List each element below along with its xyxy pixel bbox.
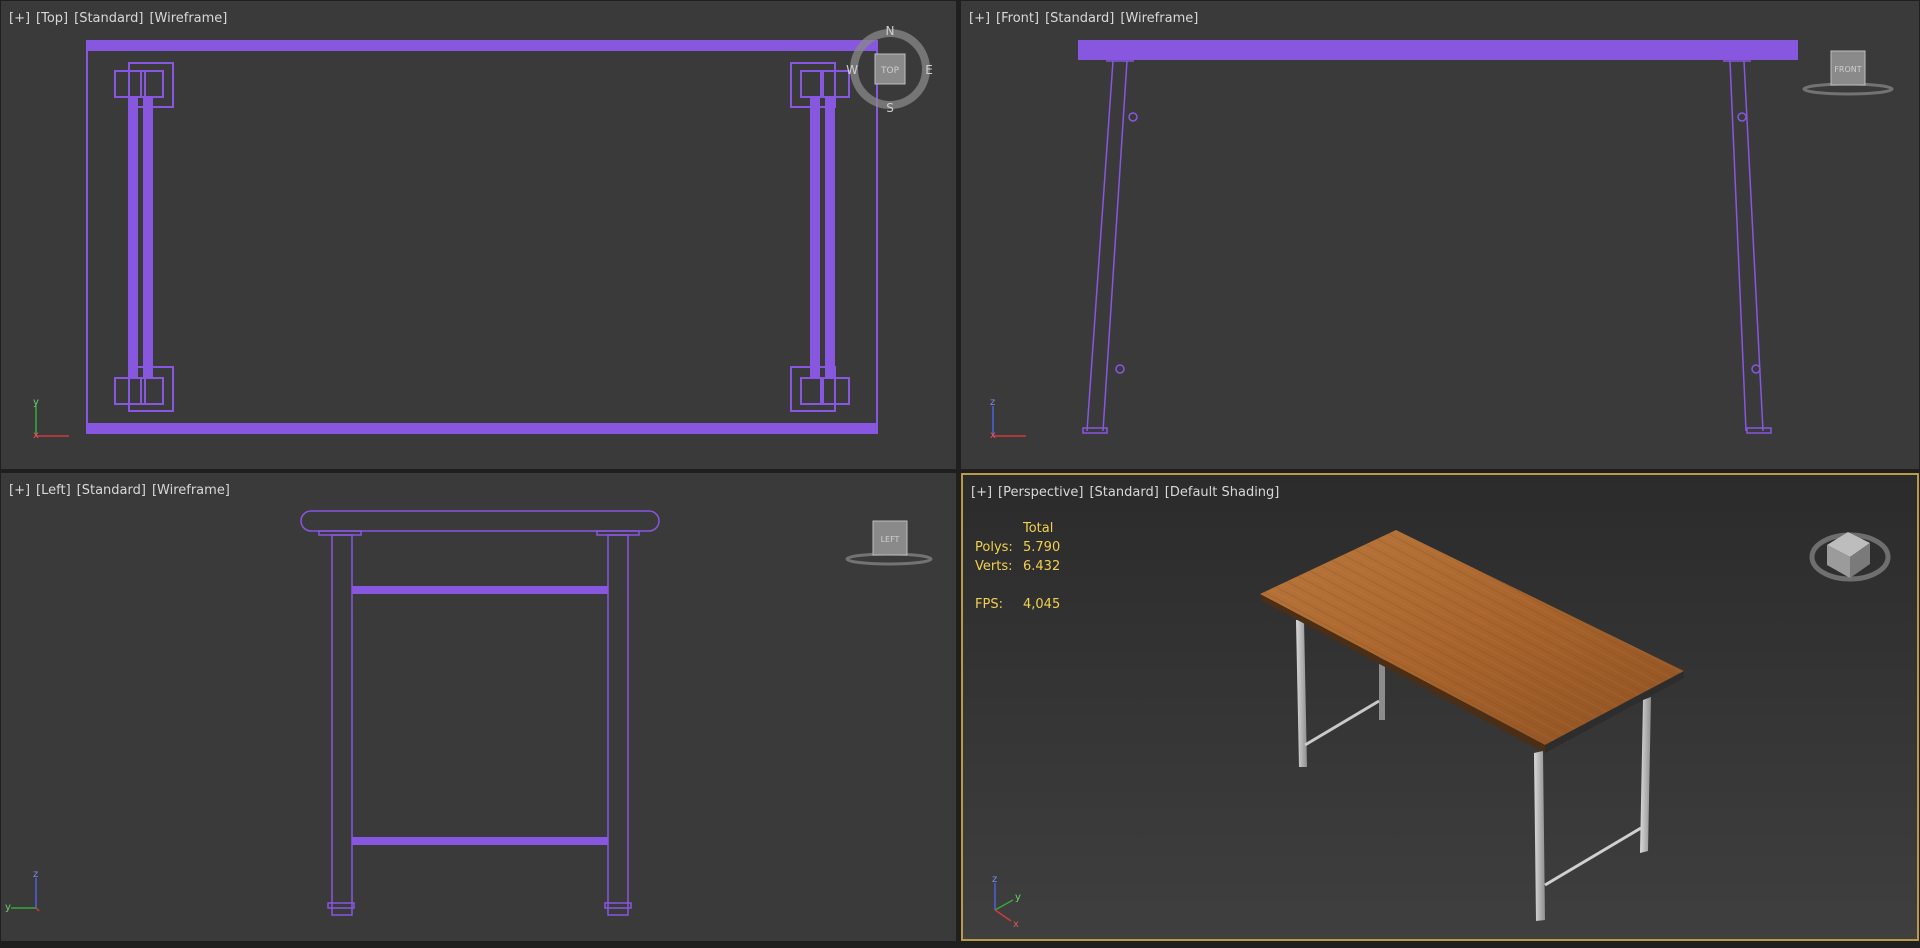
axis-tripod: z y: [5, 869, 40, 913]
table-top-slab: [1078, 40, 1798, 60]
leg-left: [1082, 60, 1138, 434]
viewcube[interactable]: FRONT: [1802, 50, 1894, 96]
leg-frame-left: [114, 62, 174, 412]
table-edge-bottom: [87, 423, 877, 433]
axis-label-z: z: [992, 874, 997, 885]
leg-right: [604, 534, 632, 916]
leg-left: [327, 534, 355, 916]
viewcube-compass[interactable]: TOP N S E W: [846, 24, 933, 115]
stretcher-right: [1544, 826, 1642, 887]
axis-label-y: y: [1015, 892, 1021, 903]
stretcher-left: [1304, 699, 1380, 747]
front-wireframe-canvas: FRONT z x: [990, 40, 1894, 441]
viewport-perspective[interactable]: [+] [Perspective] [Standard] [Default Shadi…: [961, 473, 1919, 941]
table-top-wireframe: [86, 40, 878, 434]
axis-label-z: z: [990, 397, 995, 408]
viewport-top[interactable]: [+] [Top] [Standard] [Wireframe] TOP N S…: [1, 1, 956, 469]
axis-label-x: x: [33, 430, 39, 441]
compass-west-label: W: [846, 63, 858, 77]
viewcube-top-face: TOP: [880, 66, 900, 76]
axis-label-x: x: [1013, 919, 1019, 930]
viewcube[interactable]: LEFT: [845, 520, 933, 566]
perspective-canvas: z y x: [992, 530, 1891, 930]
compass-north-label: N: [886, 24, 895, 38]
axis-tripod: z x: [990, 397, 1026, 441]
left-wireframe-canvas: LEFT z y: [5, 510, 933, 916]
viewport-front[interactable]: [+][Front][Standard][Wireframe] FRONT: [961, 1, 1919, 469]
axis-label-y: y: [33, 397, 39, 408]
top-wireframe-canvas: TOP N S E W y x: [33, 24, 933, 441]
leg-front-right: [1534, 751, 1545, 921]
axis-tripod: z y x: [992, 874, 1021, 930]
axis-label-x: x: [990, 430, 996, 441]
viewcube-left-face: LEFT: [881, 535, 900, 544]
viewport-left[interactable]: [+][Left][Standard][Wireframe] LEFT z: [1, 473, 956, 941]
leg-frame-right: [790, 62, 850, 412]
table-edge-top: [87, 41, 877, 51]
leg-right: [1723, 60, 1772, 434]
stretcher-lower: [352, 837, 608, 845]
viewcube-front-face: FRONT: [1834, 65, 1861, 74]
leg-right-back: [1640, 697, 1651, 853]
axis-label-y: y: [5, 902, 11, 913]
table-model[interactable]: [1260, 530, 1684, 921]
axis-tripod: y x: [33, 397, 69, 441]
axis-label-z: z: [33, 869, 38, 880]
viewcube[interactable]: [1809, 532, 1891, 582]
compass-south-label: S: [886, 101, 894, 115]
table-top-profile: [300, 510, 660, 536]
compass-east-label: E: [925, 63, 933, 77]
stretcher-upper: [352, 586, 608, 594]
